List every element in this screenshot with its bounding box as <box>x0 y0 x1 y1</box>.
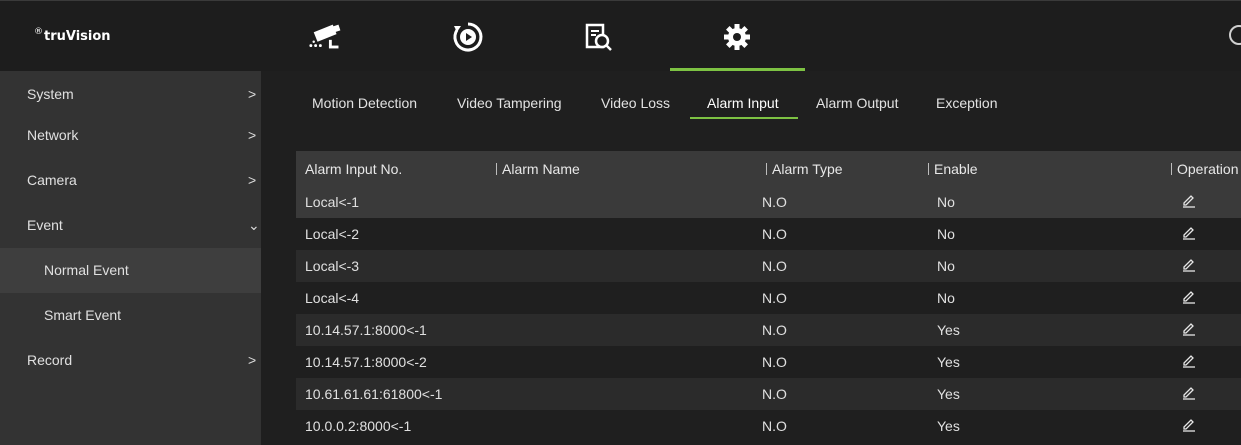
edit-icon[interactable] <box>1181 352 1197 368</box>
cell-enable: Yes <box>937 354 960 370</box>
cell-enable: Yes <box>937 418 960 434</box>
edit-icon[interactable] <box>1181 288 1197 304</box>
sidebar-item-record[interactable]: Record > <box>0 338 261 383</box>
sidebar-item-camera[interactable]: Camera > <box>0 158 261 203</box>
table-row[interactable]: Local<-1 N.O No <box>296 186 1241 218</box>
edit-icon[interactable] <box>1181 224 1197 240</box>
sidebar: System > Network > Camera > Event ⌄ Norm… <box>0 71 261 445</box>
event-subtabs: Motion Detection Video Tampering Video L… <box>261 71 1241 121</box>
tab-alarm-input[interactable]: Alarm Input <box>707 95 779 111</box>
cell-alarm-type: N.O <box>762 418 787 434</box>
column-header-enable[interactable]: Enable <box>928 161 978 177</box>
top-tab-search[interactable] <box>578 17 618 57</box>
cell-alarm-type: N.O <box>762 354 787 370</box>
top-tab-live-view[interactable] <box>308 17 348 57</box>
chevron-right-icon: > <box>248 172 257 188</box>
cell-alarm-input-no: 10.14.57.1:8000<-2 <box>305 354 427 370</box>
sidebar-item-normal-event[interactable]: Normal Event <box>0 248 261 293</box>
edit-icon[interactable] <box>1181 416 1197 432</box>
sidebar-item-label: Network <box>27 127 79 143</box>
sidebar-item-label: Smart Event <box>44 307 122 323</box>
logo: ®truVision <box>34 27 111 44</box>
edit-icon[interactable] <box>1181 192 1197 208</box>
sidebar-item-label: System <box>27 86 74 102</box>
tab-exception[interactable]: Exception <box>936 95 997 111</box>
sidebar-item-label: Camera <box>27 172 77 188</box>
alarm-input-table: Local<-1 N.O No Local<-2 N.O No Local<-3… <box>296 186 1241 442</box>
cell-enable: No <box>937 258 955 274</box>
column-header-alarm-name[interactable]: Alarm Name <box>496 161 580 177</box>
chevron-right-icon: > <box>248 127 257 143</box>
sidebar-item-smart-event[interactable]: Smart Event <box>0 293 261 338</box>
cell-alarm-type: N.O <box>762 322 787 338</box>
main-panel: Motion Detection Video Tampering Video L… <box>261 71 1241 445</box>
cell-enable: No <box>937 290 955 306</box>
cell-alarm-input-no: Local<-4 <box>305 290 360 306</box>
gear-icon <box>724 24 750 50</box>
app-window: ®truVision System > Network > Camera > E… <box>0 0 1241 445</box>
sidebar-item-label: Record <box>27 352 73 368</box>
tab-video-tampering[interactable]: Video Tampering <box>457 95 562 111</box>
table-row[interactable]: 10.14.57.1:8000<-2 N.O Yes <box>296 346 1241 378</box>
cell-enable: No <box>937 194 955 210</box>
cell-alarm-input-no: 10.14.57.1:8000<-1 <box>305 322 427 338</box>
table-row[interactable]: 10.0.0.2:8000<-1 N.O Yes <box>296 410 1241 442</box>
chevron-down-icon: ⌄ <box>248 217 260 233</box>
chevron-right-icon: > <box>248 352 257 368</box>
cell-alarm-input-no: 10.0.0.2:8000<-1 <box>305 418 412 434</box>
cell-alarm-type: N.O <box>762 290 787 306</box>
table-header: Alarm Input No. Alarm Name Alarm Type En… <box>296 151 1241 186</box>
cell-enable: Yes <box>937 386 960 402</box>
top-bar: ®truVision <box>0 0 1241 72</box>
column-header-alarm-input-no[interactable]: Alarm Input No. <box>305 161 402 177</box>
edit-icon[interactable] <box>1181 384 1197 400</box>
sidebar-item-network[interactable]: Network > <box>0 113 261 158</box>
top-tab-playback[interactable] <box>448 17 488 57</box>
cell-alarm-input-no: Local<-3 <box>305 258 360 274</box>
table-row[interactable]: Local<-4 N.O No <box>296 282 1241 314</box>
cell-alarm-type: N.O <box>762 194 787 210</box>
table-row[interactable]: Local<-3 N.O No <box>296 250 1241 282</box>
cell-alarm-input-no: 10.61.61.61:61800<-1 <box>305 386 443 402</box>
table-row[interactable]: 10.14.57.1:8000<-1 N.O Yes <box>296 314 1241 346</box>
sidebar-item-label: Event <box>27 217 63 233</box>
sidebar-item-system[interactable]: System > <box>0 73 261 115</box>
top-tab-settings[interactable] <box>717 17 757 57</box>
table-row[interactable]: 10.61.61.61:61800<-1 N.O Yes <box>296 378 1241 410</box>
help-icon[interactable] <box>1229 25 1241 45</box>
edit-icon[interactable] <box>1181 256 1197 272</box>
cell-enable: Yes <box>937 322 960 338</box>
active-subtab-indicator <box>690 117 798 119</box>
tab-motion-detection[interactable]: Motion Detection <box>312 95 417 111</box>
cell-enable: No <box>937 226 955 242</box>
playback-icon <box>453 22 483 52</box>
chevron-right-icon: > <box>248 86 257 102</box>
cell-alarm-type: N.O <box>762 258 787 274</box>
tab-video-loss[interactable]: Video Loss <box>601 95 670 111</box>
edit-icon[interactable] <box>1181 320 1197 336</box>
column-header-alarm-type[interactable]: Alarm Type <box>766 161 843 177</box>
search-file-icon <box>585 23 612 51</box>
sidebar-item-label: Normal Event <box>44 262 129 278</box>
camera-icon <box>309 24 341 49</box>
column-header-operation[interactable]: Operation <box>1171 161 1238 177</box>
sidebar-item-event[interactable]: Event ⌄ <box>0 203 261 248</box>
cell-alarm-input-no: Local<-2 <box>305 226 360 242</box>
cell-alarm-type: N.O <box>762 386 787 402</box>
table-row[interactable]: Local<-2 N.O No <box>296 218 1241 250</box>
cell-alarm-type: N.O <box>762 226 787 242</box>
tab-alarm-output[interactable]: Alarm Output <box>816 95 898 111</box>
cell-alarm-input-no: Local<-1 <box>305 194 360 210</box>
